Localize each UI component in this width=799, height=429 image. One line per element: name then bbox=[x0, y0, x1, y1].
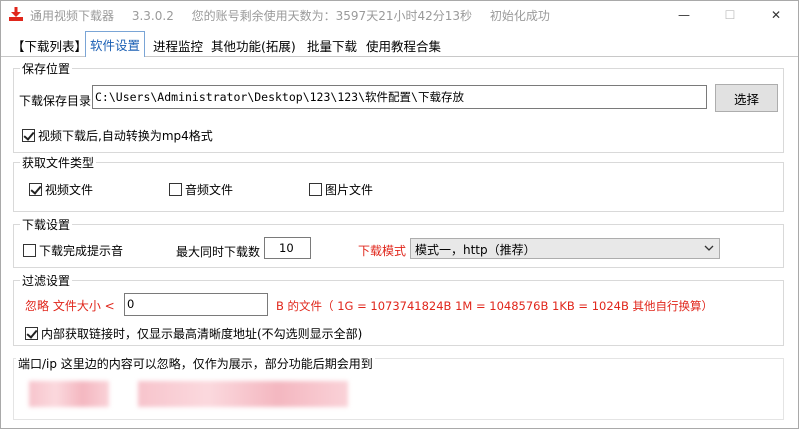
audio-files-label: 音频文件 bbox=[185, 183, 234, 197]
hd-only-label: 内部获取链接时，仅显示最高清晰度地址(不勾选则显示全部) bbox=[41, 327, 363, 341]
close-button[interactable]: ✕ bbox=[753, 1, 799, 29]
download-mode-select[interactable]: 模式一，http（推荐） bbox=[410, 238, 720, 259]
save-location-group: 保存位置 下载保存目录 C:\Users\Administrator\Deskt… bbox=[13, 60, 784, 153]
minimize-icon: — bbox=[678, 8, 690, 22]
account-remaining: 您的账号剩余使用天数为：3597天21小时42分13秒 bbox=[191, 9, 473, 23]
settings-panel: 保存位置 下载保存目录 C:\Users\Administrator\Deskt… bbox=[4, 58, 796, 426]
download-mode-value: 模式一，http（推荐） bbox=[415, 243, 536, 257]
ip-field-redacted bbox=[138, 381, 348, 407]
image-files-label: 图片文件 bbox=[325, 183, 374, 197]
group-title-download: 下载设置 bbox=[20, 216, 73, 233]
video-files-label: 视频文件 bbox=[45, 183, 94, 197]
chevron-down-icon bbox=[704, 245, 714, 251]
tab-batch-download[interactable]: 批量下载 bbox=[303, 33, 361, 55]
max-downloads-input[interactable]: 10 bbox=[264, 237, 311, 259]
port-ip-group: 端口/ip 这里边的内容可以忽略，仅作为展示，部分功能后期会用到 bbox=[13, 355, 784, 420]
group-title-filetypes: 获取文件类型 bbox=[20, 154, 97, 171]
size-unit-note: B 的文件（ 1G = 1073741824B 1M = 1048576B 1K… bbox=[276, 299, 714, 313]
title-text: 通用视频下载器 3.3.0.2 您的账号剩余使用天数为：3597天21小时42分… bbox=[30, 7, 564, 24]
ignore-size-label: 忽略 文件大小 < bbox=[25, 299, 115, 313]
tab-process-monitor[interactable]: 进程监控 bbox=[149, 33, 207, 55]
min-size-input[interactable]: 0 bbox=[124, 293, 268, 316]
group-title-filter: 过滤设置 bbox=[20, 272, 73, 289]
save-dir-field[interactable]: C:\Users\Administrator\Desktop\123\123\软… bbox=[92, 85, 707, 109]
group-title-save: 保存位置 bbox=[20, 60, 73, 77]
tab-tutorials[interactable]: 使用教程合集 bbox=[362, 33, 445, 55]
tab-other-functions[interactable]: 其他功能(拓展) bbox=[207, 33, 300, 55]
app-window: 通用视频下载器 3.3.0.2 您的账号剩余使用天数为：3597天21小时42分… bbox=[0, 0, 799, 429]
app-version: 3.3.0.2 bbox=[131, 9, 174, 23]
group-title-port: 端口/ip 这里边的内容可以忽略，仅作为展示，部分功能后期会用到 bbox=[16, 355, 375, 372]
init-status: 初始化成功 bbox=[489, 9, 550, 23]
filter-settings-group: 过滤设置 忽略 文件大小 < 0 B 的文件（ 1G = 1073741824B… bbox=[13, 272, 784, 346]
checkbox-checked-icon bbox=[22, 129, 35, 142]
title-bar: 通用视频下载器 3.3.0.2 您的账号剩余使用天数为：3597天21小时42分… bbox=[1, 1, 798, 29]
maximize-icon: ☐ bbox=[724, 8, 736, 22]
download-settings-group: 下载设置 下载完成提示音 最大同时下载数 10 下载模式 模式一，http（推荐… bbox=[13, 216, 784, 268]
audio-files-checkbox[interactable]: 音频文件 bbox=[169, 181, 233, 198]
save-dir-label: 下载保存目录 bbox=[19, 94, 92, 108]
checkbox-unchecked-icon bbox=[309, 183, 322, 196]
app-title: 通用视频下载器 bbox=[30, 9, 115, 23]
convert-mp4-label: 视频下载后,自动转换为mp4格式 bbox=[38, 129, 213, 143]
tab-software-settings[interactable]: 软件设置 bbox=[85, 31, 146, 57]
choose-button[interactable]: 选择 bbox=[715, 84, 778, 112]
file-types-group: 获取文件类型 视频文件 音频文件 图片文件 bbox=[13, 154, 784, 212]
convert-mp4-checkbox[interactable]: 视频下载后,自动转换为mp4格式 bbox=[22, 127, 213, 144]
checkbox-unchecked-icon bbox=[169, 183, 182, 196]
port-field-redacted bbox=[29, 381, 109, 407]
close-icon: ✕ bbox=[770, 8, 782, 22]
tab-download-list[interactable]: 【下载列表】 bbox=[8, 33, 91, 55]
image-files-checkbox[interactable]: 图片文件 bbox=[309, 181, 373, 198]
done-sound-label: 下载完成提示音 bbox=[39, 244, 124, 258]
video-files-checkbox[interactable]: 视频文件 bbox=[29, 181, 93, 198]
tab-bar: 【下载列表】 软件设置 进程监控 其他功能(拓展) 批量下载 使用教程合集 bbox=[1, 30, 798, 57]
hd-only-checkbox[interactable]: 内部获取链接时，仅显示最高清晰度地址(不勾选则显示全部) bbox=[25, 325, 362, 342]
download-mode-label: 下载模式 bbox=[358, 244, 407, 258]
minimize-button[interactable]: — bbox=[661, 1, 707, 29]
done-sound-checkbox[interactable]: 下载完成提示音 bbox=[23, 242, 123, 259]
maximize-button[interactable]: ☐ bbox=[707, 1, 753, 29]
checkbox-checked-icon bbox=[25, 327, 38, 340]
checkbox-unchecked-icon bbox=[23, 244, 36, 257]
max-downloads-label: 最大同时下载数 bbox=[176, 245, 261, 259]
checkbox-checked-icon bbox=[29, 183, 42, 196]
download-arrow-icon bbox=[9, 7, 23, 21]
